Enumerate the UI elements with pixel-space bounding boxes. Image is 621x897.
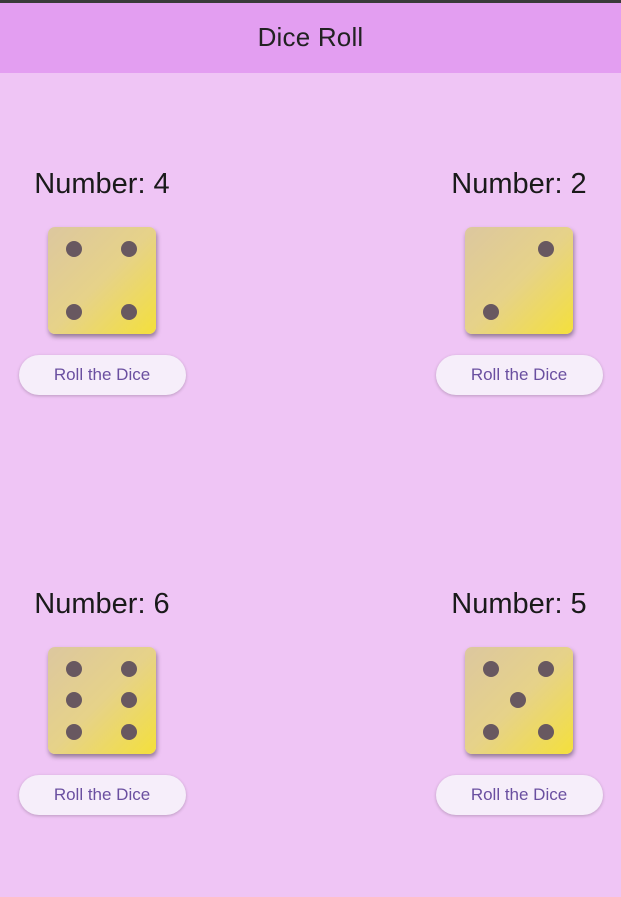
dice-panel-3: Number: 6 Roll the Dice <box>17 587 187 815</box>
dice-pip-icon <box>483 661 499 677</box>
dice-pip-icon <box>483 724 499 740</box>
dice-pip-icon <box>483 304 499 320</box>
dice-pip-icon <box>121 304 137 320</box>
roll-dice-button[interactable]: Roll the Dice <box>18 775 186 815</box>
dice-pip-icon <box>66 692 82 708</box>
dice-number-label: Number: 5 <box>451 588 587 620</box>
dice-pip-icon <box>538 724 554 740</box>
dice-pip-icon <box>121 692 137 708</box>
app-bar: Dice Roll <box>0 3 621 73</box>
app-title: Dice Roll <box>257 21 364 52</box>
roll-dice-button[interactable]: Roll the Dice <box>18 355 186 395</box>
dice-number-label: Number: 6 <box>34 588 170 620</box>
dice-pip-icon <box>538 661 554 677</box>
dice-pip-icon <box>66 724 82 740</box>
dice-face-icon <box>48 227 156 334</box>
dice-panel-4: Number: 5 Roll the Dice <box>434 587 604 815</box>
dice-pip-icon <box>121 241 137 257</box>
roll-dice-button[interactable]: Roll the Dice <box>435 775 603 815</box>
dice-pip-icon <box>121 724 137 740</box>
dice-face-icon <box>48 647 156 754</box>
roll-dice-button[interactable]: Roll the Dice <box>435 355 603 395</box>
dice-pip-icon <box>66 241 82 257</box>
dice-pip-icon <box>510 692 526 708</box>
dice-face-icon <box>465 647 573 754</box>
dice-pip-icon <box>66 304 82 320</box>
dice-pip-icon <box>538 241 554 257</box>
dice-pip-icon <box>66 661 82 677</box>
dice-face-icon <box>465 227 573 334</box>
dice-panel-2: Number: 2 Roll the Dice <box>434 167 604 395</box>
dice-number-label: Number: 4 <box>34 168 170 200</box>
dice-panel-1: Number: 4 Roll the Dice <box>17 167 187 395</box>
dice-number-label: Number: 2 <box>451 168 587 200</box>
dice-pip-icon <box>121 661 137 677</box>
